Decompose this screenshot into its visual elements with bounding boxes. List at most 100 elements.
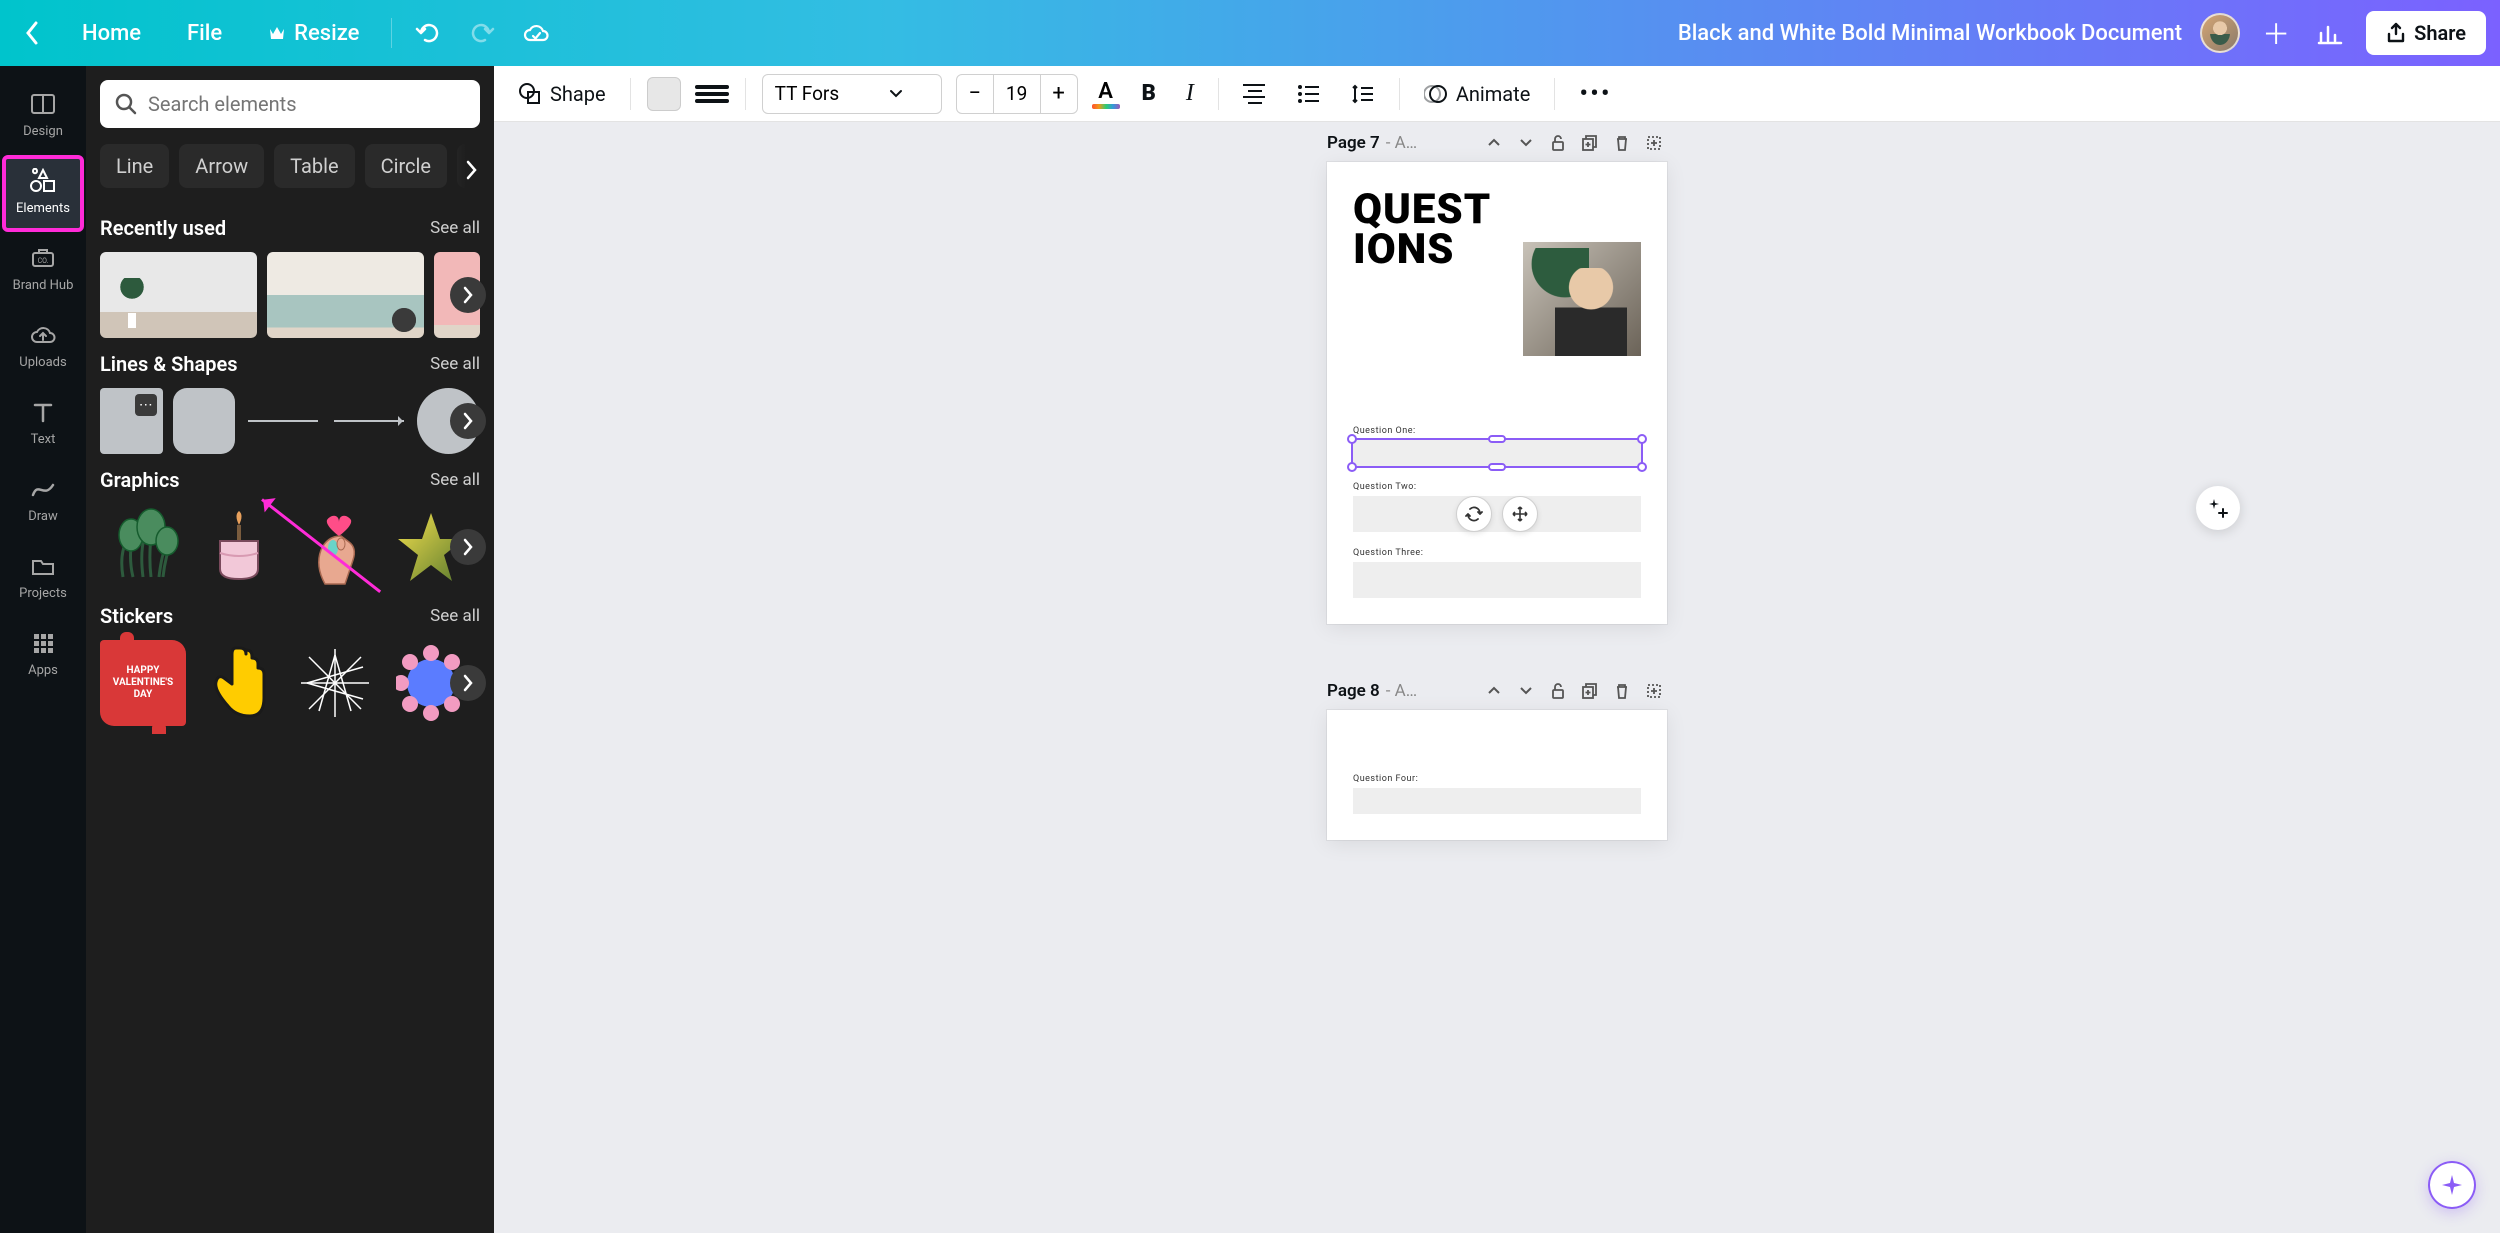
move-element-button[interactable] [1502,496,1538,532]
see-all-graphics[interactable]: See all [430,470,480,490]
nav-uploads[interactable]: Uploads [4,311,82,384]
animate-label: Animate [1456,82,1531,106]
italic-button[interactable]: I [1178,74,1202,113]
draw-icon [29,475,57,503]
graphic-plant[interactable] [100,504,186,590]
nav-elements[interactable]: Elements [4,157,82,230]
delete-page-button[interactable] [1609,130,1635,156]
file-menu[interactable]: File [173,15,236,52]
nav-apps[interactable]: Apps [4,619,82,692]
undo-button[interactable] [410,15,446,51]
lock-page-button[interactable] [1545,130,1571,156]
search-input[interactable] [148,92,466,116]
assistant-button[interactable] [2428,1161,2476,1209]
shapes-scroll-right[interactable] [450,403,486,439]
shape-arrow-line[interactable] [331,388,407,454]
page-photo[interactable] [1523,242,1641,356]
back-icon[interactable] [14,15,50,51]
home-button[interactable]: Home [68,15,155,52]
page-up-button[interactable] [1481,130,1507,156]
sticker-pointer-hand[interactable] [196,640,282,726]
question-4-label[interactable]: Question Four: [1353,774,1641,784]
question-1-box[interactable] [1353,440,1641,466]
nav-design[interactable]: Design [4,80,82,153]
question-4-box[interactable] [1353,788,1641,814]
avatar[interactable] [2200,13,2240,53]
resize-handle-bl[interactable] [1347,462,1357,472]
fill-color-swatch[interactable] [647,77,681,111]
see-all-recent[interactable]: See all [430,218,480,238]
pill-circle[interactable]: Circle [365,144,447,188]
nav-projects[interactable]: Projects [4,542,82,615]
text-color-button[interactable]: A [1092,79,1120,109]
graphics-scroll-right[interactable] [450,529,486,565]
pills-scroll-right[interactable] [448,138,494,202]
resize-handle-br[interactable] [1637,462,1647,472]
question-2-label[interactable]: Question Two: [1353,482,1641,492]
text-align-button[interactable] [1235,76,1275,112]
analytics-button[interactable] [2312,15,2348,51]
question-3-label[interactable]: Question Three: [1353,548,1641,558]
page-7[interactable]: QUEST IONS Question One: Question Two: [1327,162,1667,624]
search-elements[interactable] [100,80,480,128]
add-collaborator-button[interactable]: ＋ [2258,15,2294,51]
add-page-button[interactable] [1641,130,1667,156]
see-all-shapes[interactable]: See all [430,354,480,374]
apps-icon [29,629,57,657]
cloud-sync-icon[interactable] [518,15,554,51]
swap-element-button[interactable] [1456,496,1492,532]
recent-scroll-right[interactable] [450,277,486,313]
duplicate-page-button[interactable] [1577,130,1603,156]
resize-handle-tr[interactable] [1637,434,1647,444]
page-down-button[interactable] [1513,678,1539,704]
resize-handle-tm[interactable] [1488,435,1506,443]
nav-text[interactable]: Text [4,388,82,461]
recent-thumb-1[interactable] [100,252,257,338]
spacing-button[interactable] [1343,77,1383,111]
shape-square[interactable] [100,388,163,454]
resize-handle-bm[interactable] [1488,463,1506,471]
font-size-increase[interactable]: + [1041,75,1077,113]
shape-tool-button[interactable]: Shape [510,76,614,112]
pill-arrow[interactable]: Arrow [179,144,264,188]
font-family-select[interactable]: TT Fors [762,74,942,114]
animate-button[interactable]: Animate [1416,76,1539,112]
font-size-decrease[interactable]: − [957,75,993,113]
graphic-candle[interactable] [196,504,282,590]
nav-brand-hub[interactable]: CO. Brand Hub [4,234,82,307]
bold-button[interactable]: B [1134,75,1164,112]
border-style-button[interactable] [695,77,729,111]
more-options-button[interactable]: ••• [1571,73,1619,115]
share-button[interactable]: Share [2366,11,2486,55]
see-all-stickers[interactable]: See all [430,606,480,626]
graphic-hand-heart[interactable] [292,504,378,590]
question-2-box[interactable] [1353,496,1641,532]
document-title[interactable]: Black and White Bold Minimal Workbook Do… [1678,21,2182,46]
pill-line[interactable]: Line [100,144,169,188]
page-8[interactable]: Question Four: [1327,710,1667,840]
sticker-sparkle[interactable] [292,640,378,726]
resize-handle-tl[interactable] [1347,434,1357,444]
magic-suggest-button[interactable] [2196,486,2240,530]
delete-page-button[interactable] [1609,678,1635,704]
shape-line[interactable] [245,388,321,454]
nav-draw[interactable]: Draw [4,465,82,538]
duplicate-page-button[interactable] [1577,678,1603,704]
stickers-scroll-right[interactable] [450,665,486,701]
add-page-button[interactable] [1641,678,1667,704]
bullet-list-button[interactable] [1289,78,1329,110]
redo-button[interactable] [464,15,500,51]
canvas-area: Shape TT Fors − 19 + A B I [494,66,2500,1233]
pill-table[interactable]: Table [274,144,354,188]
page-up-button[interactable] [1481,678,1507,704]
page-down-button[interactable] [1513,130,1539,156]
resize-menu[interactable]: Resize [254,15,373,52]
page-title-line1[interactable]: QUEST [1353,190,1641,230]
recent-thumb-2[interactable]: ♛ [267,252,424,338]
question-3-box[interactable] [1353,562,1641,598]
font-size-value[interactable]: 19 [993,75,1041,113]
lock-page-button[interactable] [1545,678,1571,704]
canvas-viewport[interactable]: Page 7 - A… QUEST IONS Question One: [494,122,2500,1233]
shape-rounded-square[interactable] [173,388,236,454]
sticker-valentines[interactable]: HAPPY VALENTINE'S DAY [100,640,186,726]
